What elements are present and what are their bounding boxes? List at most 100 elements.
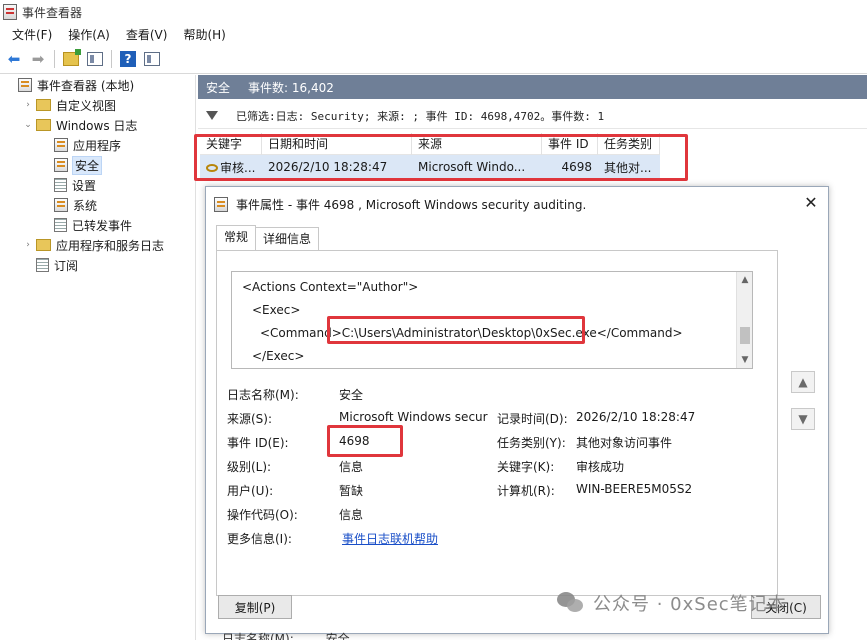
- tree-item[interactable]: 已转发事件: [0, 215, 195, 235]
- event-properties-dialog: 事件属性 - 事件 4698 , Microsoft Windows secur…: [205, 186, 829, 634]
- column-keyword[interactable]: 关键字: [200, 132, 262, 155]
- tree-expander-icon[interactable]: ⌄: [22, 120, 34, 130]
- source-label: 来源(S):: [227, 412, 273, 426]
- tree-item-label: 订阅: [54, 258, 79, 273]
- tree-item-label: 已转发事件: [72, 218, 133, 233]
- action-pane-button[interactable]: [142, 49, 162, 69]
- toolbar: ⬅ ➡ ?: [0, 45, 867, 74]
- row-datetime: 2026/2/10 18:28:47: [268, 160, 388, 174]
- log-icon: [54, 218, 67, 232]
- keywords-label: 关键字(K):: [497, 460, 555, 474]
- log-icon: [54, 198, 68, 212]
- tab-general[interactable]: 常规: [216, 225, 257, 250]
- row-keyword-text: 审核...: [220, 160, 256, 175]
- log-icon: [54, 138, 68, 152]
- folder-icon: [36, 239, 51, 251]
- xml-command-value: C:\Users\Administrator\Desktop\0xSec.exe: [341, 326, 597, 340]
- log-icon: [54, 178, 67, 192]
- logged-label: 记录时间(D):: [497, 412, 568, 426]
- folder-icon: [63, 49, 81, 66]
- forward-arrow-icon[interactable]: ➡: [28, 49, 48, 69]
- dialog-title-bar: 事件属性 - 事件 4698 , Microsoft Windows secur…: [206, 187, 828, 221]
- log-icon: [54, 158, 68, 172]
- user-label: 用户(U):: [227, 484, 274, 498]
- tab-details[interactable]: 详细信息: [255, 227, 320, 250]
- xml-line-exec: <Exec>: [252, 303, 301, 317]
- source-value: Microsoft Windows secur: [339, 410, 488, 424]
- back-arrow-icon[interactable]: ⬅: [4, 49, 24, 69]
- scroll-thumb[interactable]: [740, 327, 750, 344]
- online-help-link[interactable]: 事件日志联机帮助: [342, 530, 438, 547]
- menu-help[interactable]: 帮助(H): [175, 26, 233, 43]
- row-keyword: 审核...: [200, 159, 262, 176]
- tree-expander-icon[interactable]: ›: [22, 240, 34, 250]
- background-log-name-value: 安全: [325, 632, 350, 640]
- tree-item[interactable]: ⌄ Windows 日志: [0, 115, 195, 135]
- tree-expander-icon[interactable]: ›: [22, 100, 34, 110]
- scroll-up-icon[interactable]: ▲: [737, 275, 752, 285]
- dialog-title: 事件属性 - 事件 4698 , Microsoft Windows secur…: [236, 197, 587, 212]
- arrow-down-icon: ▼: [798, 412, 808, 426]
- xml-line-exec-close: </Exec>: [252, 349, 305, 363]
- folder-up-button[interactable]: [61, 49, 81, 69]
- general-panel: <Actions Context="Author"> <Exec> <Comma…: [216, 250, 778, 596]
- panel-icon: [87, 52, 103, 66]
- window-title: 事件查看器: [22, 5, 83, 20]
- xml-command-close: </Command>: [596, 326, 683, 340]
- tree-item[interactable]: 安全: [0, 155, 195, 175]
- tree-item-label: 自定义视图: [56, 98, 117, 113]
- table-row[interactable]: 审核... 2026/2/10 18:28:47 Microsoft Windo…: [200, 155, 660, 179]
- menu-action[interactable]: 操作(A): [60, 26, 118, 43]
- opcode-value: 信息: [339, 508, 364, 522]
- previous-event-button[interactable]: ▲: [791, 371, 815, 393]
- tree-item-label: 安全: [71, 155, 103, 175]
- toolbar-separator: [111, 50, 112, 68]
- task-category-label: 任务类别(Y):: [497, 436, 566, 450]
- tree-item[interactable]: 系统: [0, 195, 195, 215]
- tree-item[interactable]: › 应用程序和服务日志: [0, 235, 195, 255]
- key-icon: [206, 164, 218, 172]
- menu-bar: 文件(F) 操作(A) 查看(V) 帮助(H): [0, 24, 867, 45]
- next-event-button[interactable]: ▼: [791, 408, 815, 430]
- toolbar-separator: [54, 50, 55, 68]
- watermark-text: 公众号 · 0xSec笔记本: [593, 594, 787, 615]
- column-event-id[interactable]: 事件 ID: [542, 132, 598, 155]
- column-task-category[interactable]: 任务类别: [598, 132, 660, 155]
- tree-item[interactable]: 订阅: [0, 255, 195, 275]
- scroll-down-icon[interactable]: ▼: [737, 355, 752, 365]
- description-scrollbar[interactable]: ▲ ▼: [736, 272, 752, 368]
- background-log-name-label: 日志名称(M):: [222, 632, 294, 640]
- close-icon[interactable]: ✕: [802, 194, 820, 212]
- log-header: 安全 事件数: 16,402: [198, 75, 867, 99]
- tree-item[interactable]: 设置: [0, 175, 195, 195]
- copy-button[interactable]: 复制(P): [218, 595, 292, 619]
- show-hide-tree-button[interactable]: [85, 49, 105, 69]
- log-title: 安全: [206, 80, 231, 95]
- action-pane-icon: [144, 52, 160, 66]
- tree-item[interactable]: 事件查看器 (本地): [0, 75, 195, 95]
- menu-file[interactable]: 文件(F): [4, 26, 60, 43]
- xml-line-command: <Command>C:\Users\Administrator\Desktop\…: [260, 326, 683, 340]
- task-category-value: 其他对象访问事件: [576, 436, 673, 450]
- help-button[interactable]: ?: [118, 49, 138, 69]
- tree-item-label: 应用程序: [73, 138, 122, 153]
- event-count: 事件数: 16,402: [248, 80, 334, 95]
- column-source[interactable]: 来源: [412, 132, 542, 155]
- menu-view[interactable]: 查看(V): [118, 26, 176, 43]
- tree-item-label: 系统: [73, 198, 98, 213]
- event-description-box[interactable]: <Actions Context="Author"> <Exec> <Comma…: [231, 271, 753, 369]
- event-viewer-icon: [3, 4, 17, 20]
- tree-item[interactable]: › 自定义视图: [0, 95, 195, 115]
- xml-line-actions: <Actions Context="Author">: [242, 280, 419, 294]
- events-grid: 关键字 日期和时间 来源 事件 ID 任务类别 审核... 2026/2/10 …: [200, 132, 660, 179]
- log-name-label: 日志名称(M):: [227, 388, 299, 402]
- arrow-up-icon: ▲: [798, 375, 808, 389]
- column-datetime[interactable]: 日期和时间: [262, 132, 412, 155]
- tree-item[interactable]: 应用程序: [0, 135, 195, 155]
- computer-value: WIN-BEERE5M05S2: [576, 482, 693, 496]
- background-properties-strip: 日志名称(M): 安全: [200, 630, 600, 640]
- log-icon: [36, 258, 49, 272]
- xml-command-open: <Command>: [260, 326, 342, 340]
- row-category: 其他对...: [604, 160, 652, 175]
- event-id-label: 事件 ID(E):: [227, 436, 289, 450]
